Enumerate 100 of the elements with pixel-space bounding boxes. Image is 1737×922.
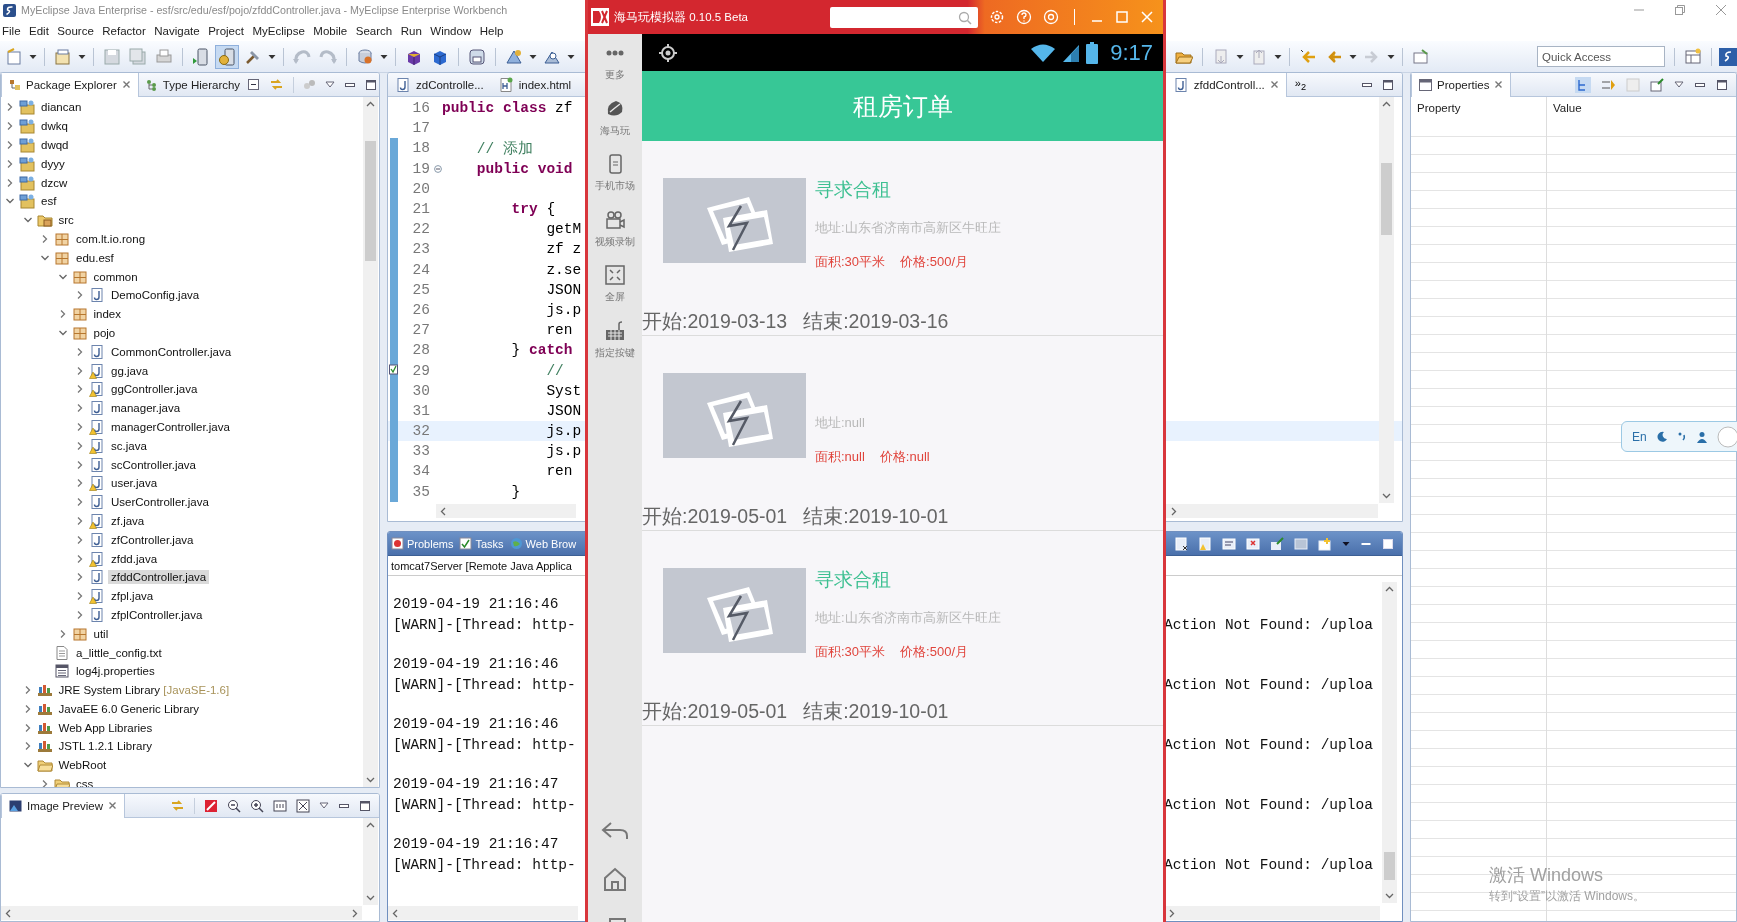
more-tabs-button[interactable]: »$_{2}$ — [1294, 76, 1306, 93]
tree-item[interactable]: user.java — [108, 476, 161, 491]
order-address: 地址:山东省济南市高新区牛旺庄 — [815, 219, 1001, 237]
sidebar-button[interactable]: 指定按键 — [595, 319, 635, 375]
status-time: 9:17 — [1110, 39, 1153, 66]
column-header: Value — [1552, 101, 1583, 116]
console-message: [WARN]-[Thread: http- — [393, 677, 576, 695]
tree-item[interactable]: ggController.java — [108, 382, 201, 397]
code-line: zf z — [545, 241, 582, 258]
code-line: try { — [510, 201, 556, 218]
view-tab[interactable]: Properties — [1411, 73, 1512, 97]
quick-access-field[interactable]: Quick Access — [1537, 46, 1665, 67]
editor-tab[interactable]: zdControlle... — [388, 73, 491, 97]
menu-item[interactable]: Run — [398, 24, 427, 37]
console-message: Action Not Found: /uploa — [1164, 677, 1373, 695]
line-number: 35 — [411, 483, 431, 500]
tree-item[interactable]: index — [90, 307, 124, 322]
line-number: 18 — [411, 140, 431, 157]
menu-item[interactable]: Edit — [27, 24, 54, 37]
tree-item[interactable]: zfplController.java — [108, 607, 206, 622]
tree-item[interactable]: zfddController.java — [108, 570, 210, 585]
editor-tab[interactable]: zfddControll... — [1164, 73, 1287, 97]
tree-item[interactable]: zfdd.java — [108, 551, 161, 566]
menu-item[interactable]: Refactor — [100, 24, 151, 37]
code-line: Syst — [545, 382, 582, 399]
view-tab[interactable]: Type Hierarchy — [138, 73, 248, 97]
tree-item[interactable]: Web App Libraries — [55, 720, 156, 735]
menu-item[interactable]: File — [0, 24, 26, 37]
console-timestamp: 2019-04-19 21:16:46 — [393, 716, 559, 734]
tree-item[interactable]: UserController.java — [108, 495, 212, 510]
sidebar-button[interactable]: 全屏 — [604, 264, 626, 320]
tree-item[interactable]: DemoConfig.java — [108, 288, 203, 303]
tree-item[interactable]: com.lt.io.rong — [73, 231, 149, 246]
code-line: ren — [545, 463, 573, 480]
sidebar-button[interactable]: 海马玩 — [600, 97, 630, 153]
sidebar-button[interactable]: 视频录制 — [595, 208, 635, 264]
code-line: // — [545, 362, 564, 379]
line-number: 31 — [411, 402, 431, 419]
tree-item[interactable]: diancan — [38, 100, 85, 115]
line-number: 30 — [411, 382, 431, 399]
line-number: 33 — [411, 443, 431, 460]
tree-item[interactable]: edu.esf — [73, 250, 117, 265]
menu-item[interactable]: Source — [55, 24, 99, 37]
tree-item[interactable]: dwqd — [38, 138, 72, 152]
console-timestamp: 2019-04-19 21:16:46 — [393, 656, 559, 674]
sidebar-button[interactable]: 更多 — [604, 42, 626, 98]
menu-item[interactable]: MyEclipse — [250, 24, 310, 37]
tree-item[interactable]: log4j.properties — [73, 664, 158, 679]
line-number: 19 — [411, 160, 431, 177]
line-number: 21 — [411, 201, 431, 218]
order-end-date: 结束:2019-10-01 — [803, 504, 949, 529]
menu-item[interactable]: Search — [353, 24, 397, 37]
code-line: js.p — [545, 301, 582, 318]
tree-item[interactable]: a_little_config.txt — [73, 645, 165, 660]
tree-item[interactable]: esf — [38, 194, 60, 209]
view-tab[interactable]: Tasks — [456, 532, 507, 556]
menu-item[interactable]: Navigate — [152, 24, 205, 37]
tree-item[interactable]: zf.java — [108, 513, 148, 528]
tree-item[interactable]: CommonController.java — [108, 344, 235, 359]
code-line: JSON — [545, 281, 582, 298]
view-tab[interactable]: Package Explorer — [1, 73, 139, 97]
tree-item[interactable]: dwkq — [38, 119, 71, 134]
view-tab[interactable]: Web Brow — [506, 532, 580, 556]
menu-item[interactable]: Window — [428, 24, 476, 37]
menu-item[interactable]: Help — [477, 24, 508, 37]
view-tab[interactable]: Image Preview — [1, 794, 126, 818]
tree-item[interactable]: pojo — [90, 325, 119, 340]
tree-item[interactable]: scController.java — [108, 457, 199, 472]
code-line: public class zf — [442, 100, 573, 117]
console-message: Action Not Found: /uploa — [1164, 737, 1373, 755]
menu-item[interactable]: Mobile — [311, 24, 352, 37]
tree-item[interactable]: manager.java — [108, 401, 184, 416]
tree-item[interactable]: JRE System Library [JavaSE-1.6] — [55, 683, 233, 698]
console-timestamp: 2019-04-19 21:16:46 — [393, 596, 559, 614]
input-mode: En — [1632, 429, 1647, 444]
tree-item[interactable]: util — [90, 626, 112, 641]
tree-item[interactable]: managerController.java — [108, 419, 233, 434]
sidebar-button[interactable]: 手机市场 — [595, 153, 635, 209]
tree-item[interactable]: JavaEE 6.0 Generic Library — [55, 701, 203, 716]
tree-item[interactable]: src — [55, 213, 77, 228]
console-message: Action Not Found: /uploa — [1164, 617, 1373, 635]
console-timestamp: 2019-04-19 21:16:47 — [393, 776, 559, 794]
tree-item[interactable]: zfpl.java — [108, 589, 157, 604]
tree-item[interactable]: WebRoot — [55, 758, 110, 773]
tree-item[interactable]: zfController.java — [108, 532, 197, 547]
line-number: 28 — [411, 342, 431, 359]
view-tab[interactable]: Problems — [388, 532, 457, 556]
tree-item[interactable]: dzcw — [38, 175, 71, 190]
code-line: // 添加 — [475, 139, 533, 158]
tree-item[interactable]: gg.java — [108, 363, 152, 378]
tree-item[interactable]: JSTL 1.2.1 Library — [55, 739, 156, 754]
editor-tab[interactable]: index.html — [490, 73, 579, 97]
tree-item[interactable]: common — [90, 269, 141, 284]
line-number: 22 — [411, 221, 431, 238]
line-number: 32 — [411, 423, 431, 440]
tree-item[interactable]: dyyy — [38, 156, 68, 171]
console-message: Action Not Found: /uploa — [1164, 857, 1373, 875]
menu-item[interactable]: Project — [206, 24, 249, 37]
tree-item[interactable]: sc.java — [108, 438, 150, 453]
line-number: 20 — [411, 180, 431, 197]
